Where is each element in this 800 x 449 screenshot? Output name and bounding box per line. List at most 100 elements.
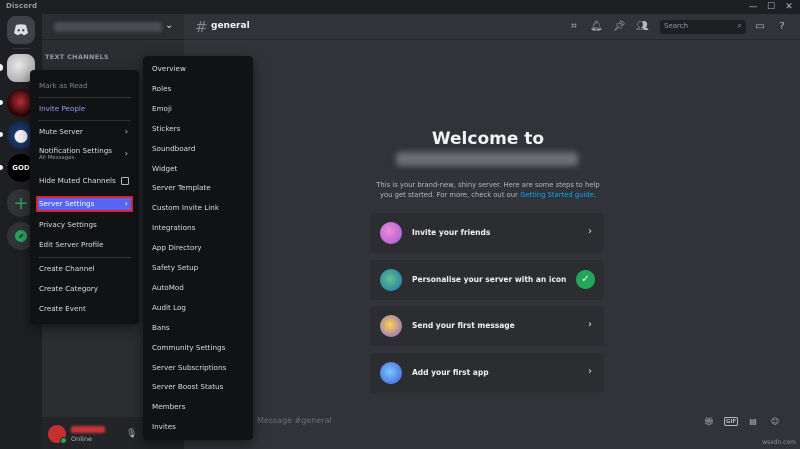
menu-item-label: Server Settings — [39, 199, 95, 208]
card-label: Add your first app — [412, 368, 489, 377]
menu-item-create-category[interactable]: Create Category — [36, 281, 133, 297]
emoji-icon[interactable]: ☺ — [768, 416, 782, 428]
menu-item-create-event[interactable]: Create Event — [36, 301, 133, 317]
server-icon-label: GOD — [12, 164, 30, 172]
card-label: Send your first message — [412, 321, 515, 330]
welcome-intro: This is your brand-new, shiny server. He… — [370, 180, 606, 200]
channel-header: # general ⌗ 🔔︎ 📌︎ 👥︎ Search ⌕ ▭ ? — [184, 14, 800, 40]
menu-separator — [38, 120, 131, 121]
personalise-server-card[interactable]: Personalise your server with an icon ✓ — [370, 260, 604, 300]
hash-icon: # — [195, 18, 208, 36]
submenu-item-server-subscriptions[interactable]: Server Subscriptions — [148, 360, 248, 376]
submenu-item-custom-invite-link[interactable]: Custom Invite Link — [148, 200, 248, 216]
add-first-app-card[interactable]: Add your first app › — [370, 353, 604, 393]
title-bar: Discord — ☐ ✕ — [0, 0, 800, 14]
submenu-item-safety-setup[interactable]: Safety Setup — [148, 260, 248, 276]
rail-separator — [12, 48, 30, 49]
getting-started-link[interactable]: Getting Started guide — [520, 191, 594, 199]
checkbox-icon[interactable] — [121, 177, 129, 185]
card-label: Invite your friends — [412, 228, 491, 237]
menu-item-hide-muted-channels[interactable]: Hide Muted Channels — [36, 173, 133, 189]
inbox-icon[interactable]: ▭ — [754, 21, 766, 33]
watermark: wsxdn.com — [762, 439, 796, 446]
discord-app: Discord — ☐ ✕ GOD + ⌄ TEXT CHANNELS Onli… — [0, 0, 800, 449]
help-icon[interactable]: ? — [776, 21, 788, 33]
minimize-icon[interactable]: — — [746, 1, 760, 13]
server-name-redacted — [54, 22, 162, 32]
submenu-item-invites[interactable]: Invites — [148, 419, 248, 435]
submenu-item-server-boost-status[interactable]: Server Boost Status — [148, 379, 248, 395]
menu-item-invite-people[interactable]: Invite People — [36, 101, 133, 117]
submenu-item-soundboard[interactable]: Soundboard — [148, 141, 248, 157]
search-placeholder: Search — [664, 22, 689, 30]
menu-item-mute-server[interactable]: Mute Server › — [36, 124, 133, 140]
online-status-dot — [60, 437, 67, 444]
card-label: Personalise your server with an icon — [412, 275, 567, 284]
chevron-down-icon: ⌄ — [165, 20, 174, 31]
user-status: Online — [71, 435, 92, 443]
server-name-redacted — [396, 152, 578, 166]
pin-icon[interactable]: 📌︎ — [613, 21, 626, 33]
send-first-message-card[interactable]: Send your first message › — [370, 306, 604, 346]
threads-icon[interactable]: ⌗ — [568, 21, 580, 33]
selected-indicator — [0, 64, 3, 71]
server-settings-submenu: Overview Roles Emoji Stickers Soundboard Widg… — [143, 56, 253, 440]
invite-friends-icon — [380, 222, 402, 244]
submenu-item-app-directory[interactable]: App Directory — [148, 240, 248, 256]
menu-item-label: Hide Muted Channels — [39, 176, 116, 185]
direct-messages-button[interactable] — [7, 16, 35, 44]
chevron-right-icon: › — [588, 366, 592, 377]
submenu-item-widget[interactable]: Widget — [148, 161, 248, 177]
unread-indicator — [0, 165, 3, 170]
menu-item-notification-settings[interactable]: Notification Settings All Messages › — [36, 143, 133, 167]
bell-icon[interactable]: 🔔︎ — [590, 21, 603, 33]
search-icon: ⌕ — [737, 21, 742, 30]
chevron-right-icon: › — [124, 127, 128, 136]
menu-item-server-settings[interactable]: Server Settings › — [36, 196, 133, 212]
menu-item-label: Mute Server — [39, 127, 83, 136]
microphone-icon[interactable]: 🎙︎ — [126, 429, 137, 439]
app-illustration-icon — [380, 362, 402, 384]
plus-icon: + — [13, 192, 29, 214]
menu-item-mark-as-read[interactable]: Mark as Read — [36, 78, 133, 94]
message-illustration-icon — [380, 315, 402, 337]
channel-category[interactable]: TEXT CHANNELS — [45, 53, 109, 61]
menu-separator — [38, 97, 131, 98]
menu-item-create-channel[interactable]: Create Channel — [36, 261, 133, 277]
chevron-right-icon: › — [124, 149, 128, 158]
welcome-title: Welcome to — [431, 129, 545, 149]
gif-button[interactable]: GIF — [724, 417, 738, 426]
unread-indicator — [0, 100, 3, 105]
submenu-item-overview[interactable]: Overview — [148, 61, 248, 77]
server-header[interactable]: ⌄ — [42, 14, 184, 40]
invite-friends-card[interactable]: Invite your friends › — [370, 213, 604, 253]
menu-separator — [38, 257, 131, 258]
submenu-item-server-template[interactable]: Server Template — [148, 180, 248, 196]
discord-logo-icon — [14, 24, 28, 36]
members-icon[interactable]: 👥︎ — [636, 21, 649, 33]
maximize-icon[interactable]: ☐ — [764, 1, 778, 13]
message-input-placeholder: Message #general — [257, 416, 332, 425]
submenu-item-emoji[interactable]: Emoji — [148, 101, 248, 117]
sticker-icon[interactable]: ▤ — [746, 416, 760, 428]
avatar[interactable] — [48, 425, 67, 444]
submenu-item-members[interactable]: Members — [148, 399, 248, 415]
submenu-item-automod[interactable]: AutoMod — [148, 280, 248, 296]
submenu-item-bans[interactable]: Bans — [148, 320, 248, 336]
close-icon[interactable]: ✕ — [782, 1, 796, 13]
server-icon-illustration — [380, 269, 402, 291]
message-composer[interactable]: Message #general 🎁︎ GIF ▤ ☺ — [184, 407, 800, 437]
menu-item-privacy-settings[interactable]: Privacy Settings — [36, 217, 133, 233]
submenu-item-roles[interactable]: Roles — [148, 81, 248, 97]
channel-title: general — [211, 21, 250, 31]
menu-item-sublabel: All Messages — [39, 155, 75, 161]
chevron-right-icon: › — [124, 199, 128, 208]
submenu-item-community-settings[interactable]: Community Settings — [148, 340, 248, 356]
menu-item-edit-server-profile[interactable]: Edit Server Profile — [36, 237, 133, 253]
gift-icon[interactable]: 🎁︎ — [702, 416, 716, 428]
submenu-item-audit-log[interactable]: Audit Log — [148, 300, 248, 316]
search-input[interactable]: Search ⌕ — [660, 20, 746, 34]
submenu-item-integrations[interactable]: Integrations — [148, 220, 248, 236]
submenu-item-stickers[interactable]: Stickers — [148, 121, 248, 137]
menu-item-label: Notification Settings — [39, 146, 113, 155]
